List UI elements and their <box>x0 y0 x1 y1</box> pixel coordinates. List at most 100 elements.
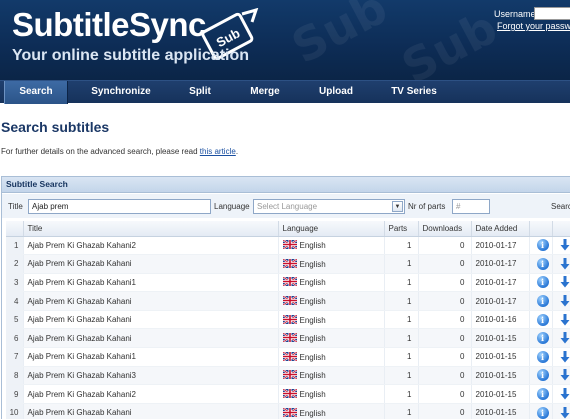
title-search-input[interactable]: Ajab prem <box>28 199 211 214</box>
nav-synchronize[interactable]: Synchronize <box>82 81 160 104</box>
row-downloads: 0 <box>418 403 472 419</box>
row-title[interactable]: Ajab Prem Ki Ghazab Kahani3 <box>23 366 279 386</box>
row-language: English <box>278 291 385 311</box>
info-icon[interactable]: i <box>536 406 549 419</box>
row-index: 3 <box>6 273 24 293</box>
info-icon[interactable]: i <box>536 313 549 326</box>
uk-flag-icon <box>282 333 297 343</box>
username-input[interactable] <box>534 7 570 20</box>
download-arrow-icon[interactable] <box>560 369 570 381</box>
row-title[interactable]: Ajab Prem Ki Ghazab Kahani <box>23 310 279 330</box>
row-title[interactable]: Ajab Prem Ki Ghazab Kahani2 <box>23 236 279 256</box>
row-title[interactable]: Ajab Prem Ki Ghazab Kahani1 <box>23 347 279 367</box>
row-title[interactable]: Ajab Prem Ki Ghazab Kahani1 <box>23 273 279 293</box>
row-title[interactable]: Ajab Prem Ki Ghazab Kahani <box>23 403 279 419</box>
row-download-cell <box>552 328 570 349</box>
row-title[interactable]: Ajab Prem Ki Ghazab Kahani <box>23 328 279 349</box>
row-index: 1 <box>6 236 24 256</box>
language-select[interactable]: Select Language ▼ <box>253 199 405 214</box>
column-header-parts[interactable]: Parts <box>384 221 419 237</box>
row-downloads: 0 <box>418 310 472 330</box>
info-icon[interactable]: i <box>536 369 549 382</box>
column-header-language[interactable]: Language <box>278 221 385 237</box>
download-arrow-icon[interactable] <box>560 406 570 419</box>
forgot-password-link[interactable]: Forgot your password? <box>497 21 570 31</box>
row-date-added: 2010-01-15 <box>471 347 530 367</box>
row-download-cell <box>552 403 570 419</box>
row-title[interactable]: Ajab Prem Ki Ghazab Kahani <box>23 254 279 274</box>
row-index: 8 <box>6 366 24 386</box>
download-arrow-icon[interactable] <box>560 239 570 251</box>
column-header-downloads[interactable]: Downloads <box>418 221 472 237</box>
table-row[interactable]: 8 Ajab Prem Ki Ghazab Kahani3 English 1 0 201… <box>6 366 570 386</box>
download-arrow-icon[interactable] <box>560 313 570 326</box>
table-row[interactable]: 1 Ajab Prem Ki Ghazab Kahani2 English 1 0 201… <box>6 236 570 256</box>
row-downloads: 0 <box>418 347 472 367</box>
row-info-cell: i <box>529 291 553 311</box>
chevron-down-icon[interactable]: ▼ <box>392 201 403 212</box>
column-header-date-added[interactable]: Date Added <box>471 221 530 237</box>
table-row[interactable]: 10 Ajab Prem Ki Ghazab Kahani English 1 0 201… <box>6 403 570 419</box>
search-button[interactable]: Search <box>551 202 570 211</box>
row-index: 9 <box>6 384 24 404</box>
download-arrow-icon[interactable] <box>560 257 570 270</box>
article-link[interactable]: this article <box>200 147 236 156</box>
row-title[interactable]: Ajab Prem Ki Ghazab Kahani2 <box>23 384 279 404</box>
intro-text: For further details on the advanced sear… <box>1 147 238 156</box>
row-date-added: 2010-01-15 <box>471 384 530 404</box>
row-downloads: 0 <box>418 236 472 256</box>
table-row[interactable]: 9 Ajab Prem Ki Ghazab Kahani2 English 1 0 201… <box>6 384 570 404</box>
parts-input[interactable]: # <box>452 199 490 214</box>
row-downloads: 0 <box>418 254 472 274</box>
row-parts: 1 <box>384 291 419 311</box>
subtitle-search-panel: Subtitle Search Title Ajab prem Language… <box>1 176 570 419</box>
page: Sub Sub SubtitleSync Sub Your online sub… <box>0 0 570 419</box>
info-icon[interactable]: i <box>536 239 549 252</box>
table-row[interactable]: 7 Ajab Prem Ki Ghazab Kahani1 English 1 0 201… <box>6 347 570 367</box>
row-date-added: 2010-01-15 <box>471 366 530 386</box>
download-arrow-icon[interactable] <box>560 388 570 400</box>
row-parts: 1 <box>384 236 419 256</box>
uk-flag-icon <box>282 351 297 361</box>
table-row[interactable]: 2 Ajab Prem Ki Ghazab Kahani English 1 0 2010… <box>6 254 570 274</box>
nav-merge[interactable]: Merge <box>240 81 290 104</box>
download-arrow-icon[interactable] <box>560 332 570 344</box>
info-icon[interactable]: i <box>536 388 549 401</box>
nav-upload[interactable]: Upload <box>309 81 363 104</box>
header: Sub Sub SubtitleSync Sub Your online sub… <box>0 0 570 80</box>
table-row[interactable]: 3 Ajab Prem Ki Ghazab Kahani1 English 1 0 201… <box>6 273 570 293</box>
row-download-cell <box>552 291 570 311</box>
info-icon[interactable]: i <box>536 257 549 270</box>
uk-flag-icon <box>282 389 297 399</box>
nav-search[interactable]: Search <box>4 81 68 104</box>
uk-flag-icon <box>282 258 297 268</box>
language-filter-label: Language <box>214 202 250 211</box>
row-language-label: English <box>299 241 326 251</box>
info-icon[interactable]: i <box>536 332 549 345</box>
row-language: English <box>278 328 385 349</box>
row-downloads: 0 <box>418 273 472 293</box>
nav-split[interactable]: Split <box>178 81 222 104</box>
table-row[interactable]: 4 Ajab Prem Ki Ghazab Kahani English 1 0 2010… <box>6 291 570 311</box>
table-row[interactable]: 5 Ajab Prem Ki Ghazab Kahani English 1 0 2010… <box>6 310 570 330</box>
nav-tv-series[interactable]: TV Series <box>382 81 446 104</box>
row-date-added: 2010-01-17 <box>471 236 530 256</box>
uk-flag-icon <box>282 407 297 417</box>
row-language: English <box>278 366 385 386</box>
download-arrow-icon[interactable] <box>560 350 570 363</box>
row-language: English <box>278 384 385 404</box>
main-nav: Search Synchronize Split Merge Upload TV… <box>0 80 570 104</box>
download-arrow-icon[interactable] <box>560 295 570 307</box>
row-info-cell: i <box>529 273 553 293</box>
info-icon[interactable]: i <box>536 276 549 289</box>
title-filter-label: Title <box>8 202 23 211</box>
row-download-cell <box>552 384 570 404</box>
info-icon[interactable]: i <box>536 350 549 363</box>
download-arrow-icon[interactable] <box>560 276 570 288</box>
table-row[interactable]: 6 Ajab Prem Ki Ghazab Kahani English 1 0 2010… <box>6 328 570 349</box>
info-icon[interactable]: i <box>536 295 549 308</box>
row-index: 7 <box>6 347 24 367</box>
row-title[interactable]: Ajab Prem Ki Ghazab Kahani <box>23 291 279 311</box>
intro-text-end: . <box>235 147 239 156</box>
column-header-title[interactable]: Title <box>23 221 279 237</box>
